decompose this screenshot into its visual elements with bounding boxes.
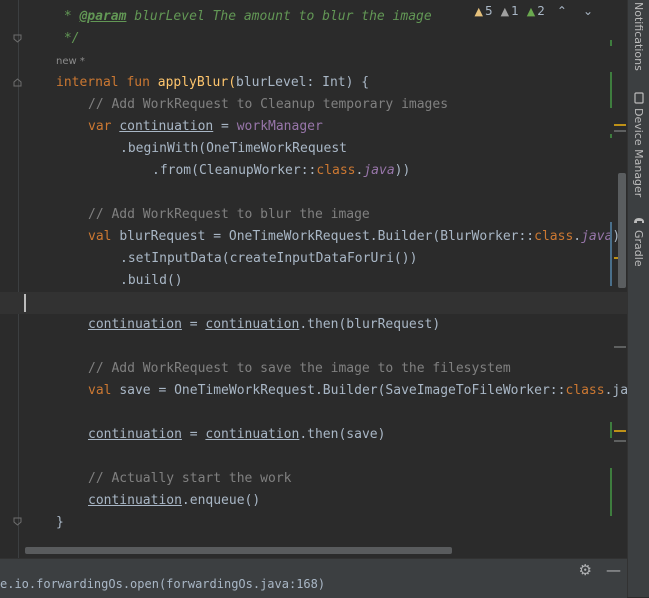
code-line: .setInputData(createInputDataForUri()) (120, 251, 418, 266)
change-marker[interactable] (610, 40, 612, 46)
code-line: continuation = continuation.then(save) (88, 427, 386, 442)
info-stripe[interactable] (614, 440, 626, 442)
ok-counter[interactable]: ▲ 2 (527, 4, 545, 18)
code-line: continuation.enqueue() (88, 493, 261, 508)
vertical-scrollbar[interactable] (618, 173, 626, 288)
console-output: e.io.forwardingOs.open(forwardingOs.java… (0, 577, 326, 591)
change-marker[interactable] (610, 222, 612, 286)
code-line: .build() (120, 273, 183, 288)
change-marker[interactable] (610, 422, 612, 438)
minimize-icon[interactable]: — (606, 561, 621, 579)
next-highlight-button[interactable]: ⌄ (579, 4, 597, 18)
code-line: val save = OneTimeWorkRequest.Builder(Sa… (88, 383, 627, 398)
warnings-counter[interactable]: ▲ 5 (475, 4, 493, 18)
weak-warning-icon: ▲ (500, 4, 510, 18)
change-marker[interactable] (610, 134, 612, 138)
code-line: // Add WorkRequest to blur the image (88, 207, 370, 222)
right-tool-window-bar: Notifications Device Manager Gradle (627, 0, 649, 597)
code-line: val blurRequest = OneTimeWorkRequest.Bui… (88, 229, 621, 244)
run-console-panel[interactable]: e.io.forwardingOs.open(forwardingOs.java… (0, 558, 627, 598)
warning-icon: ▲ (474, 4, 484, 18)
notifications-tab[interactable]: Notifications (628, 2, 649, 71)
gradle-tab[interactable]: Gradle (628, 214, 649, 267)
gradle-elephant-icon (634, 218, 644, 223)
code-line: var continuation = workManager (88, 119, 323, 134)
inspection-widget[interactable]: ▲ 5 ▲ 1 ▲ 2 ⌃ ⌄ (475, 4, 597, 18)
previous-highlight-button[interactable]: ⌃ (553, 4, 571, 18)
device-manager-tab[interactable]: Device Manager (628, 92, 649, 197)
code-line: internal fun applyBlur(blurLevel: Int) { (56, 75, 370, 90)
code-line: * @param blurLevel The amount to blur th… (56, 9, 432, 24)
code-line: continuation = continuation.then(blurReq… (88, 317, 441, 332)
code-line: } (56, 515, 64, 530)
code-line: .beginWith(OneTimeWorkRequest (120, 141, 347, 156)
change-marker[interactable] (610, 468, 612, 516)
settings-gear-icon[interactable]: ⚙ (579, 561, 592, 579)
change-marker[interactable] (610, 72, 612, 108)
code-area[interactable]: * @param blurLevel The amount to blur th… (0, 0, 627, 540)
info-stripe[interactable] (614, 346, 626, 348)
device-icon (634, 92, 644, 104)
code-line: // Add WorkRequest to save the image to … (88, 361, 511, 376)
info-stripe[interactable] (614, 130, 626, 132)
warning-stripe[interactable] (614, 124, 626, 126)
inline-hint: new * (56, 56, 85, 67)
weak-warnings-counter[interactable]: ▲ 1 (501, 4, 519, 18)
code-line: // Add WorkRequest to Cleanup temporary … (88, 97, 449, 112)
code-editor[interactable]: * @param blurLevel The amount to blur th… (0, 0, 627, 558)
panel-toolbar: ⚙ — (579, 561, 621, 579)
code-line: .from(CleanupWorker::class.java)) (152, 163, 411, 178)
warning-stripe[interactable] (614, 430, 626, 432)
horizontal-scrollbar[interactable] (25, 547, 452, 554)
code-line: */ (56, 31, 80, 46)
code-line: // Actually start the work (88, 471, 292, 486)
check-icon: ▲ (526, 4, 536, 18)
